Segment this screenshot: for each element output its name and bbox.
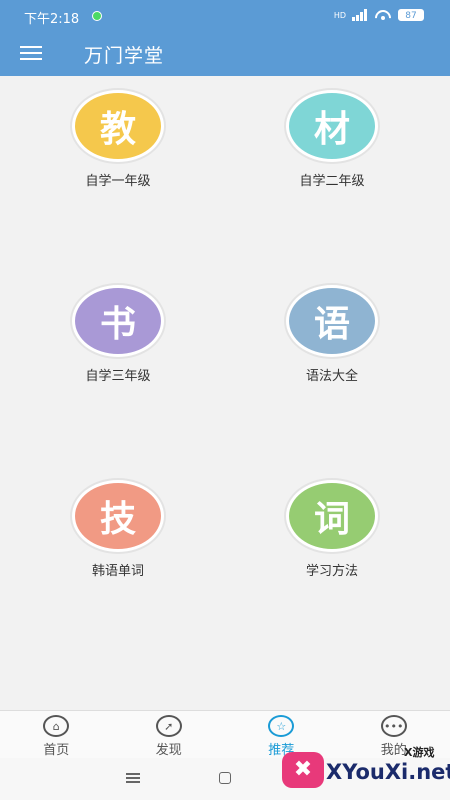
menu-button[interactable] [20,43,44,63]
star-icon: ☆ [268,715,295,737]
status-time: 下午2:18 [24,12,80,27]
course-card-korean-words[interactable]: 技 韩语单词 [48,466,188,579]
app-title: 万门学堂 [84,45,165,67]
tab-discover[interactable]: ➚ 发现 [113,711,226,759]
tab-label: 首页 [43,743,70,758]
network-type-label: HD [333,10,346,20]
course-card-grade1[interactable]: 教 自学一年级 [48,76,188,189]
course-badge: 教 [72,90,164,162]
tab-home[interactable]: ⌂ 首页 [0,711,113,759]
watermark: ✖ X游戏 XYouXi.net [280,740,450,800]
course-badge: 语 [286,285,378,357]
menu-icon [20,46,42,48]
course-glyph: 词 [313,499,350,540]
course-card-grade3[interactable]: 书 自学三年级 [48,271,188,384]
course-badge: 技 [72,480,164,552]
course-label: 语法大全 [305,369,358,384]
course-glyph: 技 [99,499,136,540]
course-label: 自学一年级 [85,174,151,189]
battery-icon: 87 [398,9,424,21]
compass-icon: ➚ [155,715,182,737]
app-bar: 万门学堂 [0,32,450,76]
course-badge: 材 [286,90,378,162]
course-grid: 教 自学一年级 材 自学二年级 书 自学三年级 语 语法大全 技 韩语单词 词 … [0,76,450,710]
home-icon: ⌂ [43,715,70,737]
course-badge: 书 [72,285,164,357]
course-label: 自学三年级 [85,369,151,384]
course-badge: 词 [286,480,378,552]
signal-icon [352,9,368,21]
course-card-grammar[interactable]: 语 语法大全 [262,271,402,384]
course-glyph: 语 [313,304,350,345]
status-indicators: HD 87 [334,9,424,21]
course-glyph: 书 [99,304,136,345]
wifi-icon [374,9,392,21]
course-glyph: 教 [99,109,136,150]
status-bar: 下午2:18 HD 87 [0,0,450,32]
course-label: 自学二年级 [299,174,365,189]
course-card-study-methods[interactable]: 词 学习方法 [262,466,402,579]
watermark-text: XYouXi.net [326,760,450,784]
course-card-grade2[interactable]: 材 自学二年级 [262,76,402,189]
course-glyph: 材 [313,109,350,150]
course-label: 韩语单词 [91,564,144,579]
home-button[interactable] [219,772,231,784]
tab-label: 发现 [155,743,182,758]
notification-icon [92,11,102,21]
course-label: 学习方法 [305,564,358,579]
battery-level: 87 [405,11,417,21]
watermark-small-text: X游戏 [404,746,435,759]
more-icon: ••• [380,715,407,737]
watermark-logo-icon: ✖ [282,752,324,788]
recent-apps-button[interactable] [126,770,142,786]
